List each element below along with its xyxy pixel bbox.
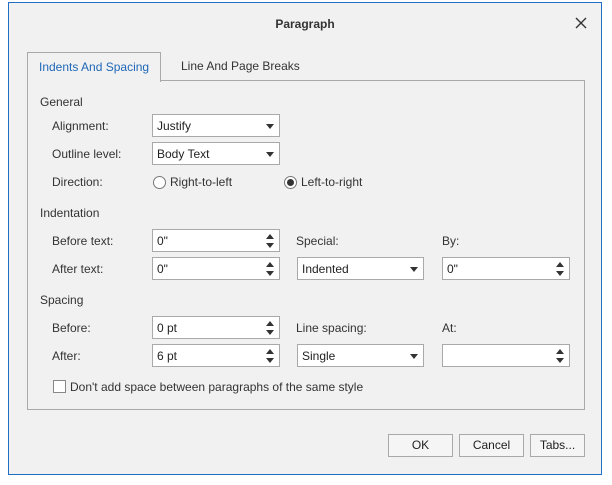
before-spacing-value: 0 pt [157,321,178,335]
after-spacing-label: After: [52,349,81,363]
after-text-value: 0" [157,262,168,276]
before-text-label: Before text: [52,234,114,248]
after-spacing-stepper[interactable]: 6 pt [152,344,280,367]
right-to-left-label: Right-to-left [170,175,233,189]
special-select[interactable]: Indented [297,257,424,280]
direction-label: Direction: [52,175,103,189]
paragraph-dialog: Paragraph Indents And Spacing Line And P… [8,2,602,475]
after-spacing-value: 6 pt [157,349,178,363]
spin-down-icon[interactable] [556,271,564,276]
dont-add-space-label: Don't add space between paragraphs of th… [70,380,364,394]
after-text-label: After text: [52,262,104,276]
line-spacing-label: Line spacing: [296,321,367,335]
tab-panel: General Alignment: Justify Outline level… [27,80,585,410]
left-to-right-radio[interactable] [284,176,297,189]
spin-up-icon[interactable] [266,262,274,267]
radio-selected-dot [287,179,294,186]
alignment-select[interactable]: Justify [152,114,280,137]
spin-down-icon[interactable] [266,330,274,335]
left-to-right-label: Left-to-right [301,175,363,189]
line-spacing-select[interactable]: Single [297,344,424,367]
chevron-down-icon [410,267,418,272]
at-stepper[interactable] [442,344,570,367]
tabs-button[interactable]: Tabs... [530,434,585,457]
special-value: Indented [302,262,349,276]
spin-up-icon[interactable] [266,321,274,326]
chevron-down-icon [410,354,418,359]
outline-level-label: Outline level: [52,147,122,161]
before-text-value: 0" [157,234,168,248]
close-icon[interactable] [573,15,589,31]
special-label: Special: [296,234,339,248]
after-text-stepper[interactable]: 0" [152,257,280,280]
before-spacing-stepper[interactable]: 0 pt [152,316,280,339]
tab-indents-and-spacing[interactable]: Indents And Spacing [27,52,162,82]
by-value: 0" [447,262,458,276]
spin-down-icon[interactable] [556,358,564,363]
tab-line-and-page-breaks[interactable]: Line And Page Breaks [170,52,311,81]
line-spacing-value: Single [302,349,336,363]
spin-up-icon[interactable] [556,349,564,354]
before-spacing-label: Before: [52,321,91,335]
at-label: At: [442,321,457,335]
spin-down-icon[interactable] [266,358,274,363]
by-label: By: [442,234,460,248]
spin-down-icon[interactable] [266,243,274,248]
outline-level-value: Body Text [157,147,210,161]
chevron-down-icon [266,152,274,157]
right-to-left-radio[interactable] [153,176,166,189]
ok-button[interactable]: OK [388,434,453,457]
outline-level-select[interactable]: Body Text [152,142,280,165]
spin-up-icon[interactable] [556,262,564,267]
dialog-title: Paragraph [275,17,335,31]
chevron-down-icon [266,124,274,129]
alignment-value: Justify [157,119,192,133]
spin-up-icon[interactable] [266,234,274,239]
cancel-button[interactable]: Cancel [459,434,524,457]
dont-add-space-checkbox[interactable] [53,380,66,393]
indentation-heading: Indentation [40,206,100,220]
spacing-heading: Spacing [40,293,84,307]
by-stepper[interactable]: 0" [442,257,570,280]
alignment-label: Alignment: [52,119,109,133]
spin-up-icon[interactable] [266,349,274,354]
before-text-stepper[interactable]: 0" [152,229,280,252]
general-heading: General [40,95,83,109]
title-bar: Paragraph [9,3,601,43]
spin-down-icon[interactable] [266,271,274,276]
